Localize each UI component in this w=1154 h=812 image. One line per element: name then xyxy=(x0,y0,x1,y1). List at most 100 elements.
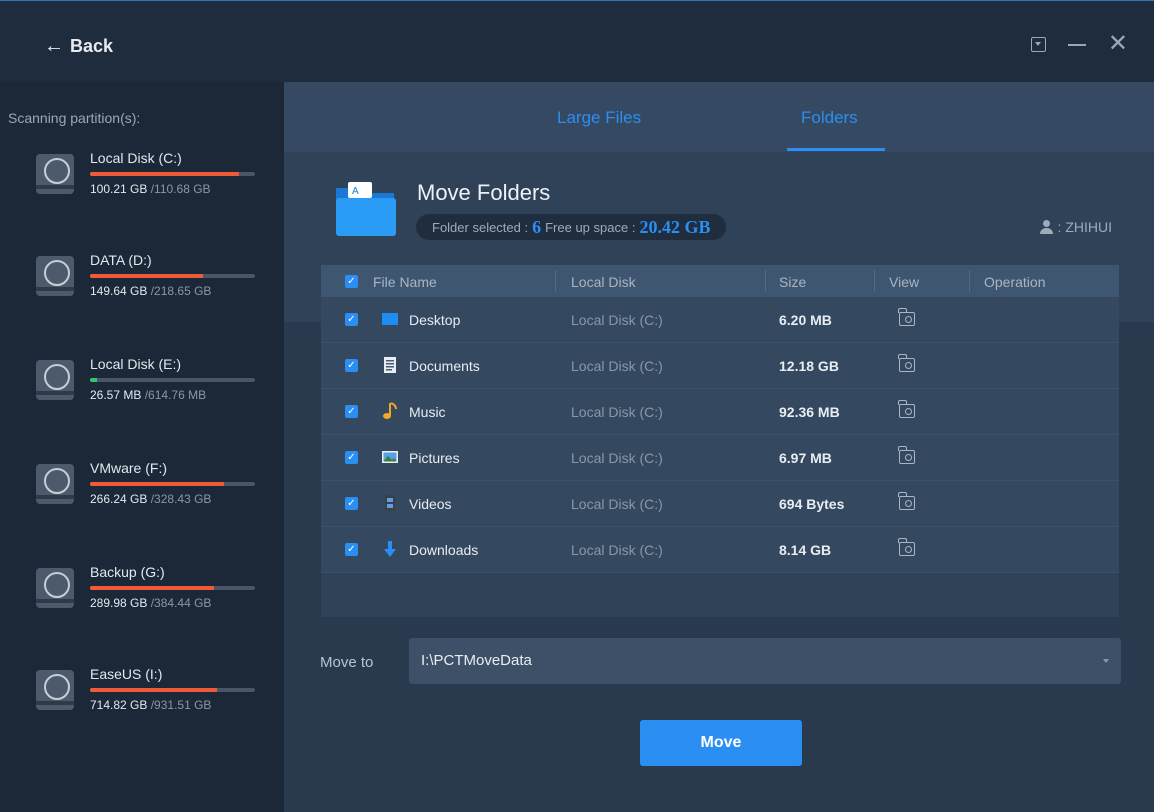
disk-used: 149.64 GB xyxy=(90,284,148,298)
disk-size: 149.64 GB /218.65 GB xyxy=(90,284,211,298)
hard-drive-icon xyxy=(36,464,74,504)
disk-total: /931.51 GB xyxy=(150,698,212,712)
column-divider xyxy=(874,270,875,292)
disk-usage-fill xyxy=(90,378,98,382)
free-up-value: 20.42 GB xyxy=(639,216,711,237)
user-indicator: : ZHIHUI xyxy=(1039,219,1112,235)
table-row[interactable]: ✓ Documents Local Disk (C:) 12.18 GB xyxy=(321,343,1119,389)
row-checkbox[interactable]: ✓ xyxy=(345,313,358,326)
column-local-disk: Local Disk xyxy=(571,274,636,290)
row-checkbox[interactable]: ✓ xyxy=(345,543,358,556)
column-size: Size xyxy=(779,274,807,290)
row-size: 6.20 MB xyxy=(779,312,832,328)
row-checkbox[interactable]: ✓ xyxy=(345,497,358,510)
row-local-disk: Local Disk (C:) xyxy=(571,542,663,558)
title-bar: ← Back ✕ xyxy=(0,0,1154,82)
view-folder-icon[interactable] xyxy=(898,538,915,556)
folder-selected-label: Folder selected : xyxy=(432,219,529,235)
disk-usage-fill xyxy=(90,482,224,486)
disk-usage-bar xyxy=(90,378,255,382)
row-local-disk: Local Disk (C:) xyxy=(571,496,663,512)
desktop-icon xyxy=(382,313,398,325)
hard-drive-icon xyxy=(36,670,74,710)
row-local-disk: Local Disk (C:) xyxy=(571,358,663,374)
tab-folders[interactable]: Folders xyxy=(801,108,858,128)
table-row[interactable]: ✓ Downloads Local Disk (C:) 8.14 GB xyxy=(321,527,1119,573)
folder-table: ✓ File Name Local Disk Size View Operati… xyxy=(321,265,1119,617)
row-size: 12.18 GB xyxy=(779,358,839,374)
table-row[interactable]: ✓ Music Local Disk (C:) 92.36 MB xyxy=(321,389,1119,435)
disk-total: /328.43 GB xyxy=(150,492,212,506)
disk-item-c[interactable]: Local Disk (C:) 100.21 GB /110.68 GB xyxy=(36,150,266,210)
free-up-label: Free up space : xyxy=(545,219,636,235)
folder-icon: A xyxy=(336,182,396,236)
disk-total: /218.65 GB xyxy=(150,284,212,298)
disk-used: 289.98 GB xyxy=(90,596,148,610)
disk-usage-fill xyxy=(90,586,215,590)
move-to-label: Move to xyxy=(320,654,374,671)
disk-size: 26.57 MB /614.76 MB xyxy=(90,388,206,402)
view-folder-icon[interactable] xyxy=(898,354,915,372)
row-file-name: Desktop xyxy=(409,312,461,328)
row-local-disk: Local Disk (C:) xyxy=(571,312,663,328)
disk-item-i[interactable]: EaseUS (I:) 714.82 GB /931.51 GB xyxy=(36,666,266,726)
chevron-down-icon xyxy=(1103,659,1109,663)
row-size: 92.36 MB xyxy=(779,404,840,420)
back-arrow-icon: ← xyxy=(44,35,64,57)
close-icon[interactable]: ✕ xyxy=(1108,32,1128,56)
disk-usage-fill xyxy=(90,274,203,278)
row-checkbox[interactable]: ✓ xyxy=(345,451,358,464)
disk-usage-bar xyxy=(90,482,255,486)
hard-drive-icon xyxy=(36,568,74,608)
column-divider xyxy=(765,270,766,292)
disk-used: 266.24 GB xyxy=(90,492,148,506)
view-folder-icon[interactable] xyxy=(898,308,915,326)
selection-summary: Folder selected : 6 Free up space : 20.4… xyxy=(416,214,727,240)
view-folder-icon[interactable] xyxy=(898,400,915,418)
row-file-name: Videos xyxy=(409,496,452,512)
table-row[interactable]: ✓ Pictures Local Disk (C:) 6.97 MB xyxy=(321,435,1119,481)
minimize-icon[interactable] xyxy=(1067,44,1086,46)
user-name: : ZHIHUI xyxy=(1057,219,1112,235)
view-folder-icon[interactable] xyxy=(898,492,915,510)
row-size: 694 Bytes xyxy=(779,496,845,512)
disk-name: VMware (F:) xyxy=(90,460,167,476)
move-button[interactable]: Move xyxy=(640,720,802,766)
disk-name: Local Disk (C:) xyxy=(90,150,182,166)
disk-used: 100.21 GB xyxy=(90,182,148,196)
row-local-disk: Local Disk (C:) xyxy=(571,450,663,466)
row-size: 8.14 GB xyxy=(779,542,832,558)
disk-name: EaseUS (I:) xyxy=(90,666,163,682)
view-folder-icon[interactable] xyxy=(898,446,915,464)
move-to-value: I:\PCTMoveData xyxy=(421,652,532,669)
hard-drive-icon xyxy=(36,360,74,400)
table-row[interactable]: ✓ Desktop Local Disk (C:) 6.20 MB xyxy=(321,297,1119,343)
disk-item-f[interactable]: VMware (F:) 266.24 GB /328.43 GB xyxy=(36,460,266,520)
page-title: Move Folders xyxy=(417,180,551,205)
move-to-select[interactable]: I:\PCTMoveData xyxy=(409,638,1121,684)
table-row[interactable]: ✓ Videos Local Disk (C:) 694 Bytes xyxy=(321,481,1119,527)
disk-item-g[interactable]: Backup (G:) 289.98 GB /384.44 GB xyxy=(36,564,266,624)
sidebar-title: Scanning partition(s): xyxy=(8,110,141,126)
column-view: View xyxy=(889,274,920,290)
disk-name: DATA (D:) xyxy=(90,252,152,268)
table-empty-area xyxy=(321,573,1119,617)
column-divider xyxy=(969,270,970,292)
tab-large-files[interactable]: Large Files xyxy=(557,108,641,128)
hard-drive-icon xyxy=(36,256,74,296)
select-all-checkbox[interactable]: ✓ xyxy=(345,275,358,288)
row-file-name: Downloads xyxy=(409,542,479,558)
video-icon xyxy=(385,495,395,511)
disk-item-d[interactable]: DATA (D:) 149.64 GB /218.65 GB xyxy=(36,252,266,312)
disk-item-e[interactable]: Local Disk (E:) 26.57 MB /614.76 MB xyxy=(36,356,266,416)
row-checkbox[interactable]: ✓ xyxy=(345,405,358,418)
disk-usage-fill xyxy=(90,688,217,692)
row-file-name: Music xyxy=(409,404,446,420)
back-button[interactable]: ← Back xyxy=(44,35,113,58)
table-header: ✓ File Name Local Disk Size View Operati… xyxy=(321,265,1119,297)
disk-usage-bar xyxy=(90,586,255,590)
dropdown-menu-icon[interactable] xyxy=(1030,36,1046,52)
disk-size: 266.24 GB /328.43 GB xyxy=(90,492,211,506)
disk-size: 714.82 GB /931.51 GB xyxy=(90,698,211,712)
row-checkbox[interactable]: ✓ xyxy=(345,359,358,372)
